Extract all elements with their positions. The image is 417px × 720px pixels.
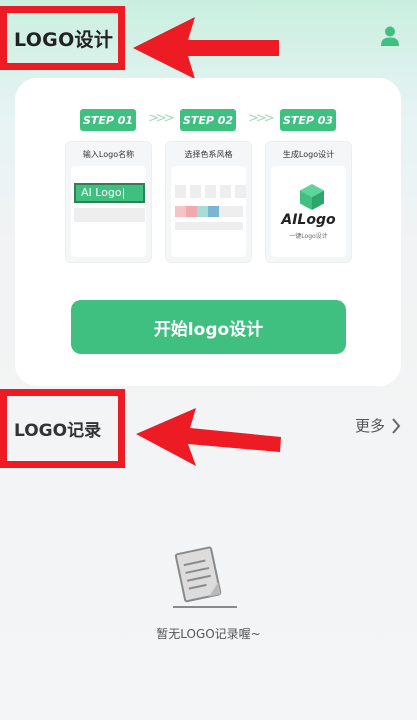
logo-design-card: STEP 01 >>> STEP 02 >>> STEP 03 输入Logo名称… [15, 78, 401, 386]
more-label: 更多 [354, 417, 385, 435]
header-title-highlight: LOGO设计 [0, 6, 125, 70]
annotation-arrow-icon [133, 17, 279, 79]
style-swatch-row [175, 185, 246, 198]
step-01-label: STEP 01 [80, 109, 136, 131]
empty-state-text: 暂无LOGO记录喔~ [156, 627, 261, 641]
step-03-card: 生成Logo设计 AILogo 一键Logo设计 [265, 141, 352, 263]
ai-logo-subtext: 一键Logo设计 [289, 233, 328, 240]
page: LOGO设计 STEP 01 >>> STEP 02 >>> STEP 03 输… [0, 0, 417, 720]
step-01-card: 输入Logo名称 AI Logo| [65, 141, 152, 263]
placeholder-bar [175, 222, 243, 230]
step-03-title: 生成Logo设计 [282, 150, 335, 159]
ai-logo-text: AILogo [281, 212, 336, 228]
step-02-preview [171, 166, 246, 257]
user-icon[interactable] [379, 25, 401, 47]
step-02-label: STEP 02 [180, 109, 236, 131]
chevron-right-icon [392, 417, 401, 434]
placeholder-bar [219, 206, 243, 217]
step-01-title: 输入Logo名称 [82, 150, 135, 159]
records-title: LOGO记录 [14, 421, 102, 441]
step-02-card: 选择色系风格 [165, 141, 252, 263]
annotation-arrow-icon [136, 408, 281, 466]
step-01-preview: AI Logo| [71, 166, 146, 257]
placeholder-bar [74, 208, 145, 222]
step-chevron-icon: >>> [148, 111, 175, 126]
color-swatch-row [175, 206, 219, 217]
start-logo-design-button[interactable]: 开始logo设计 [71, 300, 346, 354]
step-03-preview: AILogo 一键Logo设计 [271, 166, 346, 257]
step-02-title: 选择色系风格 [184, 150, 233, 159]
logo-name-example-input: AI Logo| [74, 183, 145, 203]
step-03-label: STEP 03 [280, 109, 336, 131]
empty-document-icon [173, 546, 237, 608]
cube-logo-icon [300, 184, 324, 210]
step-chevron-icon: >>> [248, 111, 275, 126]
more-records-link[interactable]: 更多 [355, 415, 401, 436]
records-title-highlight: LOGO记录 [0, 389, 125, 468]
page-title: LOGO设计 [14, 28, 114, 51]
